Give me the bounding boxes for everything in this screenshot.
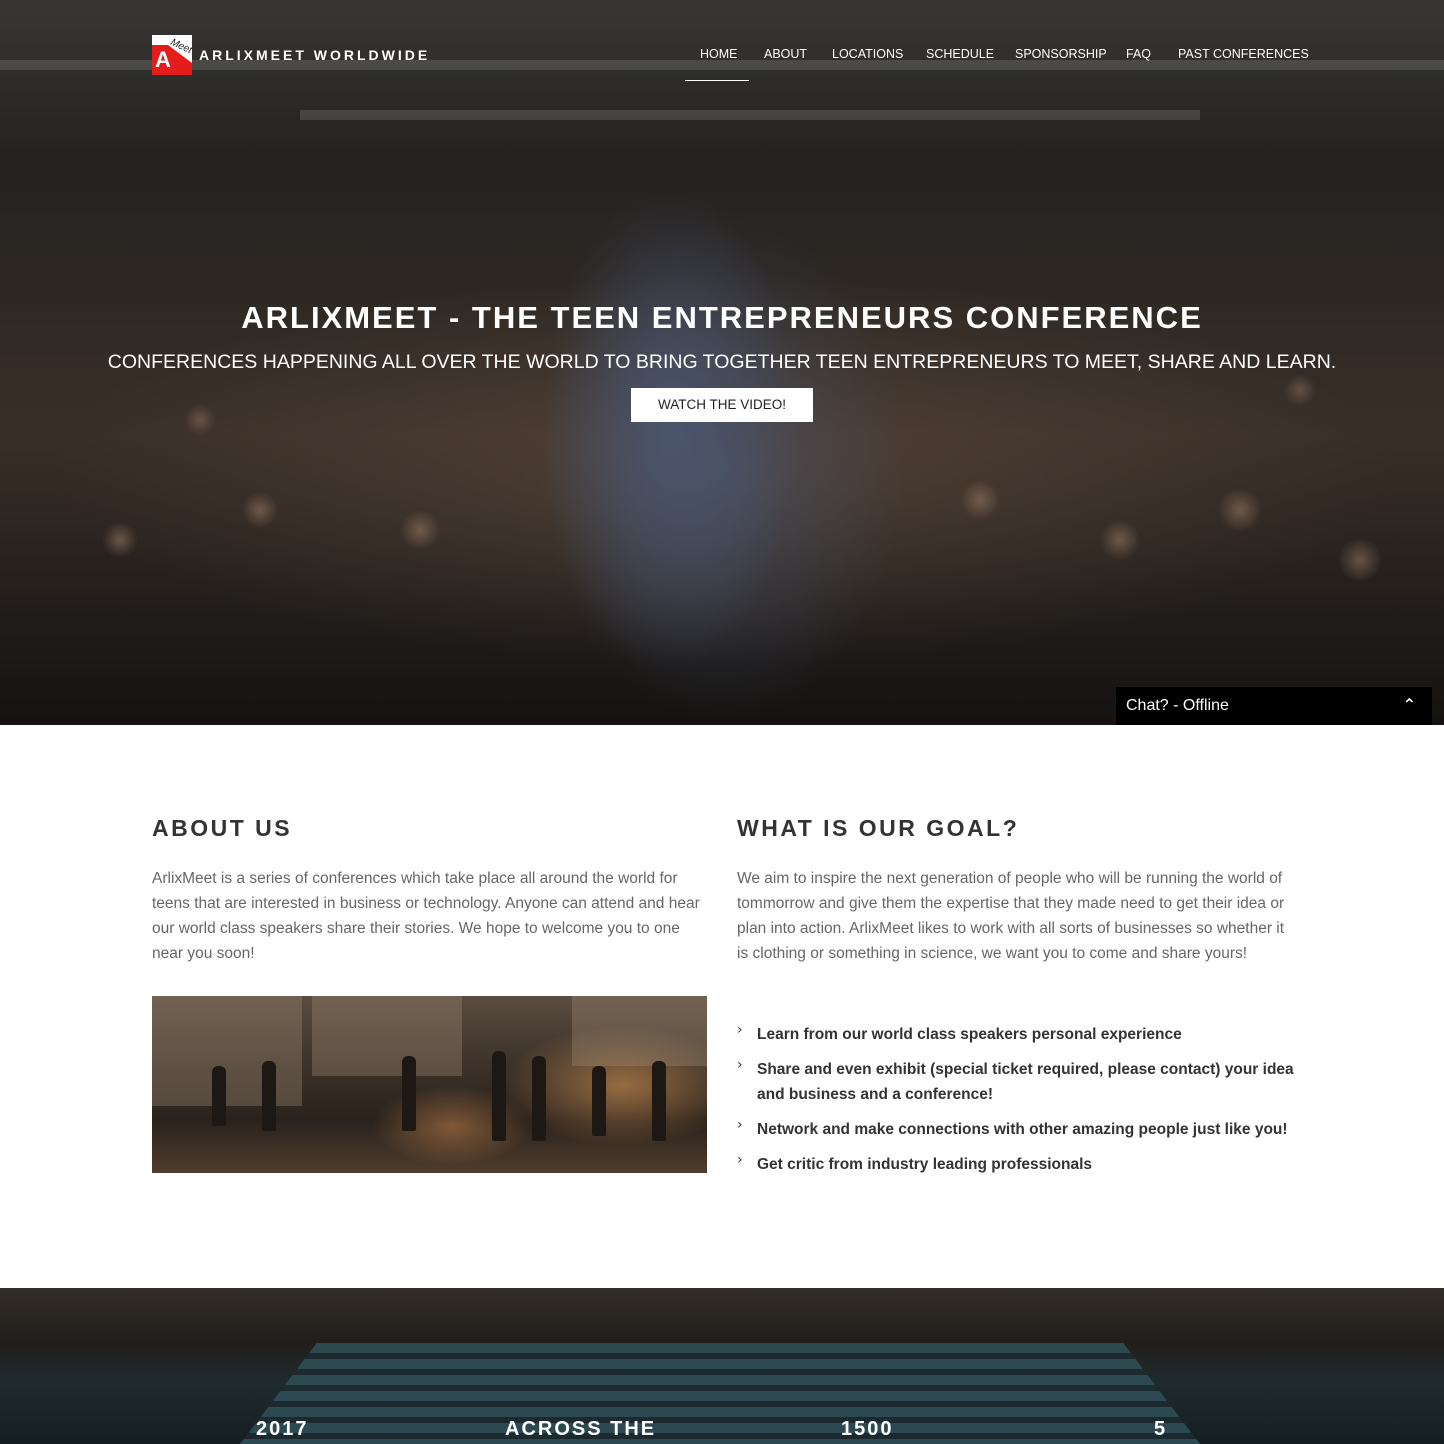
image-pedestrian xyxy=(402,1056,416,1131)
chevron-up-icon[interactable]: ⌃ xyxy=(1403,695,1416,714)
goal-list: › Learn from our world class speakers per… xyxy=(737,1022,1297,1187)
list-item: › Get critic from industry leading profes… xyxy=(737,1152,1093,1173)
goal-text: We aim to inspire the next generation of… xyxy=(737,870,1285,962)
brand-name[interactable]: ARLIXMEET WORLDWIDE xyxy=(199,47,430,63)
nav-item-faq[interactable]: FAQ xyxy=(1126,47,1151,61)
chevron-right-icon: › xyxy=(737,1022,743,1038)
watch-video-button[interactable]: WATCH THE VIDEO! xyxy=(631,388,813,422)
chevron-right-icon: › xyxy=(737,1057,743,1073)
chevron-right-icon: › xyxy=(737,1152,743,1168)
chat-label: Chat? - Offline xyxy=(1126,697,1229,714)
logo-letter: A xyxy=(155,47,171,72)
hero-subtitle: CONFERENCES HAPPENING ALL OVER THE WORLD… xyxy=(107,351,1337,373)
chat-widget[interactable]: Chat? - Offline ⌃ xyxy=(1116,687,1432,725)
nav-item-schedule[interactable]: SCHEDULE xyxy=(926,47,994,61)
goal-heading: WHAT IS OUR GOAL? xyxy=(737,815,1020,841)
image-building xyxy=(152,996,302,1106)
nav-item-sponsorship[interactable]: SPONSORSHIP xyxy=(1015,47,1107,61)
image-building xyxy=(312,996,462,1076)
logo[interactable]: A Meet xyxy=(152,35,192,75)
list-item: › Share and even exhibit (special ticket … xyxy=(737,1057,1294,1103)
about-heading: ABOUT US xyxy=(152,815,293,841)
image-pedestrian xyxy=(262,1061,276,1131)
nav-item-about[interactable]: ABOUT xyxy=(764,47,807,61)
nav-item-locations[interactable]: LOCATIONS xyxy=(832,47,903,61)
hero-title: ARLIXMEET - THE TEEN ENTREPRENEURS CONFE… xyxy=(241,300,1203,335)
stat-value: 1500 xyxy=(841,1418,894,1440)
list-item: › Learn from our world class speakers per… xyxy=(737,1022,1182,1043)
nav-item-home[interactable]: HOME xyxy=(700,47,738,61)
image-pedestrian xyxy=(592,1066,606,1136)
street-crowd-image xyxy=(152,996,707,1173)
stat-value: ACROSS THE xyxy=(505,1418,657,1440)
nav-item-past-conferences[interactable]: PAST CONFERENCES xyxy=(1178,47,1309,61)
nav-active-indicator xyxy=(685,80,749,81)
list-item: › Network and make connections with other… xyxy=(737,1117,1288,1138)
image-building xyxy=(572,996,707,1066)
stat-value: 2017 xyxy=(256,1418,309,1440)
image-pedestrian xyxy=(212,1066,226,1126)
stats-section: 2017 ACROSS THE 1500 5 xyxy=(0,1288,1444,1444)
image-pedestrian xyxy=(652,1061,666,1141)
about-section: ABOUT US ArlixMeet is a series of confer… xyxy=(0,725,1444,1288)
chevron-right-icon: › xyxy=(737,1117,743,1133)
auditorium-seats-background xyxy=(240,1343,1200,1444)
image-pedestrian xyxy=(532,1056,546,1141)
image-pedestrian xyxy=(492,1051,506,1141)
about-text: ArlixMeet is a series of conferences whi… xyxy=(152,870,700,962)
stat-value: 5 xyxy=(1154,1418,1168,1440)
